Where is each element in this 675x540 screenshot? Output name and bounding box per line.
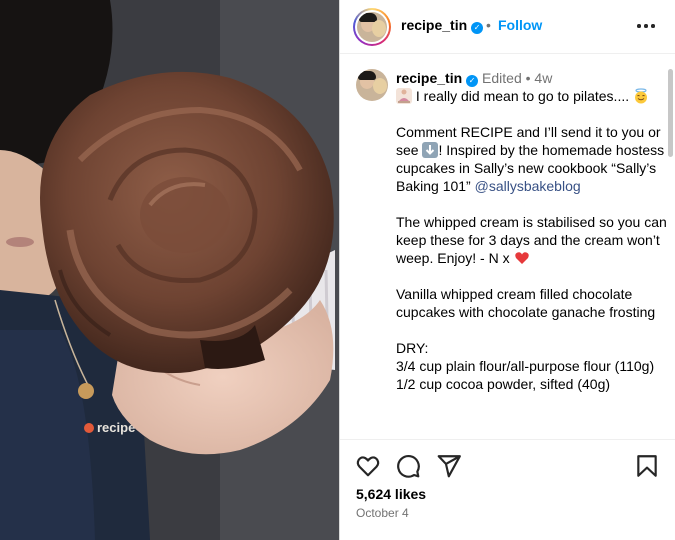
caption-paragraph-3: The whipped cream is stabilised so you c…: [396, 214, 667, 266]
caption-paragraph-4: Vanilla whipped cream filled chocolate c…: [396, 286, 656, 320]
post-actions: 5,624 likes October 4: [340, 439, 675, 540]
edited-label: Edited: [482, 70, 522, 86]
post-photo: recipe: [0, 0, 339, 540]
dry-ingredient-1: 3/4 cup plain flour/all-purpose flour (1…: [396, 358, 655, 374]
heart-icon[interactable]: [355, 453, 381, 479]
share-icon[interactable]: [436, 453, 462, 479]
caption-line-1: I really did mean to go to pilates....: [412, 88, 630, 104]
post-detail-panel: recipe_tin ✓ • Follow recipe_tin ✓ Edited …: [339, 0, 675, 540]
cupcake-photo-illustration: recipe: [0, 0, 339, 540]
verified-icon: ✓: [471, 22, 484, 34]
dry-heading: DRY:: [396, 340, 429, 356]
more-icon[interactable]: [637, 24, 655, 30]
red-heart-emoji: [514, 250, 530, 266]
post-age[interactable]: 4w: [534, 70, 552, 86]
person-in-lotus-position-emoji: [396, 88, 412, 104]
author-username[interactable]: recipe_tin ✓: [401, 17, 484, 34]
verified-icon: ✓: [466, 75, 479, 87]
post-header: recipe_tin ✓ • Follow: [340, 0, 675, 54]
caption-scroll-area[interactable]: recipe_tin ✓ Edited • 4w I really did mea…: [340, 55, 675, 438]
meta-separator: •: [525, 70, 531, 86]
caption-scrollbar[interactable]: [668, 69, 673, 157]
caption-author-avatar[interactable]: [356, 69, 388, 101]
likes-count[interactable]: 5,624 likes: [356, 486, 426, 502]
follow-button[interactable]: Follow: [498, 17, 542, 33]
dry-ingredient-2: 1/2 cup cocoa powder, sifted (40g): [396, 376, 611, 392]
comment-icon[interactable]: [395, 453, 421, 479]
down-arrow-emoji: [422, 142, 439, 158]
header-separator: •: [486, 17, 491, 33]
caption-username[interactable]: recipe_tin: [396, 70, 462, 86]
mention-link[interactable]: @sallysbakeblog: [475, 178, 581, 194]
smiling-face-with-halo-emoji: [633, 88, 649, 104]
author-avatar[interactable]: [353, 8, 391, 46]
author-username-text[interactable]: recipe_tin: [401, 17, 467, 33]
post-date[interactable]: October 4: [356, 506, 409, 520]
bookmark-icon[interactable]: [634, 453, 660, 479]
post-caption: recipe_tin ✓ Edited • 4w I really did mea…: [396, 69, 668, 393]
